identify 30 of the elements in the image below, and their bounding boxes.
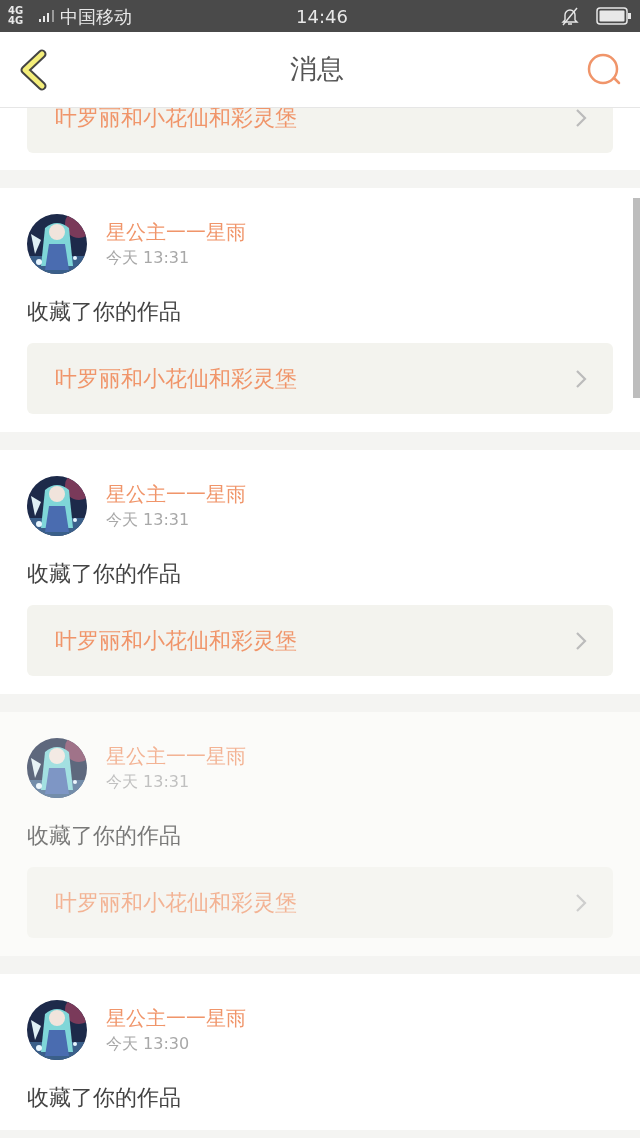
- chevron-right-icon: [575, 892, 587, 913]
- work-title: 叶罗丽和小花仙和彩灵堡: [55, 365, 297, 393]
- message-time: 今天 13:31: [106, 248, 191, 268]
- network-indicator: 4G 4G: [8, 6, 25, 26]
- message-text: 收藏了你的作品: [27, 822, 182, 850]
- bell-off-icon: [560, 6, 580, 26]
- carrier-name: 中国移动: [60, 4, 132, 29]
- signal-icon: [38, 9, 56, 23]
- chevron-right-icon: [575, 630, 587, 651]
- user-name[interactable]: 星公主一一星雨: [106, 220, 246, 244]
- user-name[interactable]: 星公主一一星雨: [106, 482, 246, 506]
- message-time: 今天 13:31: [106, 510, 191, 530]
- message-time: 今天 13:31: [106, 772, 191, 792]
- user-name[interactable]: 星公主一一星雨: [106, 744, 246, 768]
- message-time: 今天 13:30: [106, 1034, 191, 1054]
- page-title: 消息: [290, 52, 344, 87]
- work-link[interactable]: 叶罗丽和小花仙和彩灵堡: [27, 867, 613, 938]
- battery-icon: [596, 7, 632, 25]
- work-link[interactable]: 叶罗丽和小花仙和彩灵堡: [27, 605, 613, 676]
- chevron-right-icon: [575, 108, 587, 128]
- work-title: 叶罗丽和小花仙和彩灵堡: [55, 627, 297, 655]
- status-time: 14:46: [296, 4, 348, 29]
- message-text: 收藏了你的作品: [27, 1084, 182, 1112]
- work-title: 叶罗丽和小花仙和彩灵堡: [55, 889, 297, 917]
- chevron-right-icon: [575, 368, 587, 389]
- message-text: 收藏了你的作品: [27, 560, 182, 588]
- back-button[interactable]: [18, 47, 48, 92]
- user-name[interactable]: 星公主一一星雨: [106, 1006, 246, 1030]
- work-link[interactable]: 叶罗丽和小花仙和彩灵堡: [27, 343, 613, 414]
- message-text: 收藏了你的作品: [27, 298, 182, 326]
